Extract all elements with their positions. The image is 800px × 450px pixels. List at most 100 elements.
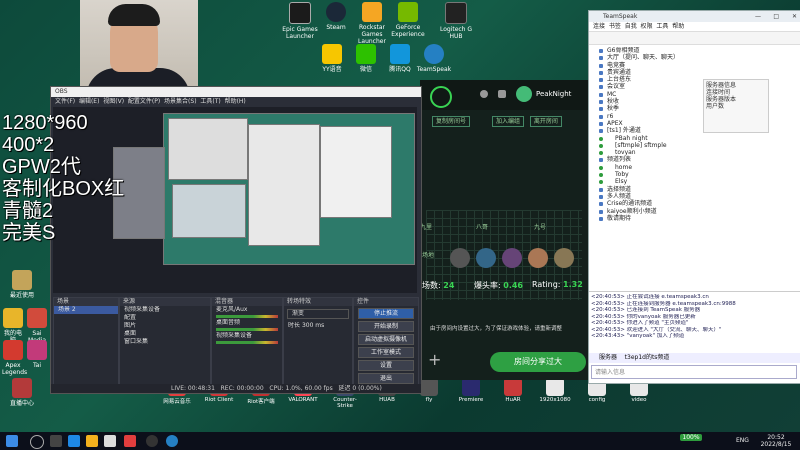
ts-titlebar[interactable]: TeamSpeak ✕ □ —: [589, 11, 800, 22]
ts-channel-row[interactable]: kaiyoe顺利小频道: [591, 208, 761, 215]
obs-titlebar[interactable]: OBS: [51, 87, 421, 97]
exit-button[interactable]: 退出: [358, 373, 414, 384]
teamspeak-desktop-icon[interactable]: TeamSpeak: [414, 44, 454, 73]
ts-user-row[interactable]: Toby: [591, 171, 761, 178]
chat-tab-channel[interactable]: t3ep1d的ts频道: [625, 354, 670, 361]
player-avatar[interactable]: [502, 248, 522, 268]
sai-media-icon[interactable]: Sai Media: [26, 308, 48, 344]
rockstar-icon[interactable]: Rockstar Games Launcher: [352, 2, 392, 45]
info-line: 服务器信息: [706, 82, 737, 89]
ts-channel-row[interactable]: 电竞赛: [591, 62, 761, 69]
ts-chat-input[interactable]: 请输入信息: [591, 365, 797, 379]
teamspeak-window[interactable]: TeamSpeak ✕ □ — 连接 书签 自我 权限 工具 帮助 G6骨相频道…: [588, 10, 800, 384]
ts-channel-row[interactable]: 频道列表: [591, 156, 761, 163]
audio-meter: [216, 315, 278, 318]
ts-channel-row[interactable]: 选择频道: [591, 186, 761, 193]
lock-icon[interactable]: [498, 90, 506, 98]
source-item[interactable]: 窗口采集: [120, 338, 210, 346]
desktop-app-icon[interactable]: Premiere: [454, 378, 488, 403]
recent-icon[interactable]: 最近使用: [2, 270, 42, 299]
ts-minimize-icon[interactable]: —: [755, 11, 761, 22]
ts-user-row[interactable]: PBah night: [591, 135, 761, 142]
chat-tab-server[interactable]: 服务器: [599, 354, 617, 361]
clock[interactable]: 20:52 2022/8/15: [756, 434, 796, 448]
source-item[interactable]: 图片: [120, 322, 210, 330]
ts-channel-row[interactable]: Crise的通讯频道: [591, 200, 761, 207]
copy-room-button[interactable]: 复制房间号: [432, 116, 471, 127]
geforce-icon[interactable]: GeForce Experience: [388, 2, 428, 38]
player-avatar[interactable]: [476, 248, 496, 268]
teamspeak-taskbar-icon[interactable]: [166, 435, 178, 447]
mixer-channel-label: 视频采集设备: [216, 332, 253, 339]
duration-value[interactable]: 300 ms: [302, 322, 324, 329]
steam-icon[interactable]: Steam: [316, 2, 356, 31]
obs-rec-status: REC: 00:00:00: [220, 385, 264, 392]
netease-music-icon[interactable]: [124, 435, 136, 447]
store-icon[interactable]: [104, 435, 116, 447]
player-avatar[interactable]: [528, 248, 548, 268]
virtual-camera-button[interactable]: 启动虚拟摄像机: [358, 334, 414, 345]
start-recording-button[interactable]: 开始录制: [358, 321, 414, 332]
ts-menu-item[interactable]: 权限: [641, 23, 653, 30]
player-avatar[interactable]: [450, 248, 470, 268]
epic-games-icon[interactable]: Epic Games Launcher: [280, 2, 320, 40]
ts-channel-row[interactable]: 敬请期待: [591, 215, 761, 222]
obs-menu-file[interactable]: 文件(F): [55, 98, 75, 105]
leave-room-button[interactable]: 离开房间: [529, 116, 562, 127]
overlay-resolution: 1280*960: [2, 112, 88, 134]
source-item[interactable]: 视频采集设备: [120, 306, 210, 314]
add-icon[interactable]: +: [428, 350, 441, 369]
tai-icon[interactable]: Tai: [26, 340, 48, 369]
apex-icon[interactable]: Apex Legends: [2, 340, 27, 376]
logitech-icon[interactable]: Logitech G HUB: [436, 2, 476, 40]
settings-button[interactable]: 设置: [358, 360, 414, 371]
scene-item[interactable]: 场景 2: [54, 306, 118, 314]
app-icon: [504, 378, 522, 396]
stop-stream-button[interactable]: 停止推流: [358, 308, 414, 319]
ts-channel-row[interactable]: 大厅（提问、聊天、聊天）: [591, 54, 761, 61]
language-indicator[interactable]: ENG: [736, 437, 749, 444]
edge-icon[interactable]: [68, 435, 80, 447]
live-center-icon[interactable]: 直播中心: [2, 378, 42, 407]
game-client-window[interactable]: PeakNight 复制房间号 加入编组 离开房间 九里 八哥 九号 场地 场数…: [420, 80, 588, 380]
task-view-icon[interactable]: [50, 435, 62, 447]
obs-menu-profile[interactable]: 配置文件(P): [128, 98, 160, 105]
bell-icon[interactable]: [480, 90, 488, 98]
ts-user-row[interactable]: [sftmple] sftmple: [591, 142, 761, 149]
join-group-button[interactable]: 加入编组: [491, 116, 524, 127]
desktop-app-icon[interactable]: 1920x1080: [538, 378, 572, 403]
ts-maximize-icon[interactable]: □: [773, 11, 779, 22]
obs-menu-help[interactable]: 帮助(H): [225, 98, 246, 105]
game-username: PeakNight: [536, 90, 572, 98]
transition-select[interactable]: 渐变: [287, 309, 349, 319]
my-computer-icon[interactable]: 我的电脑: [2, 308, 24, 344]
stat-rating: Rating: 1.32: [532, 280, 583, 289]
logitech-logo-icon: [445, 2, 467, 24]
start-icon[interactable]: [6, 435, 18, 447]
file-explorer-icon[interactable]: [86, 435, 98, 447]
ts-close-icon[interactable]: ✕: [792, 11, 797, 22]
avatar[interactable]: [516, 86, 532, 102]
ts-menu-item[interactable]: 自我: [625, 23, 637, 30]
room-share-button[interactable]: 房间分享过大: [490, 352, 586, 372]
desktop-app-icon[interactable]: HuAR: [496, 378, 530, 403]
ts-user-row[interactable]: Elsy: [591, 178, 761, 185]
battery-indicator[interactable]: 100%: [680, 434, 702, 441]
mixer-dock: 混音器 麦克风/Aux 桌面音频 视频采集设备: [211, 297, 283, 389]
ts-menu-item[interactable]: 书签: [609, 23, 621, 30]
ts-menu-item[interactable]: 工具: [656, 23, 668, 30]
search-icon[interactable]: [30, 435, 44, 449]
obs-taskbar-icon[interactable]: [146, 435, 158, 447]
obs-menu-view[interactable]: 视图(V): [103, 98, 124, 105]
obs-menu-tools[interactable]: 工具(T): [200, 98, 220, 105]
player-avatar[interactable]: [554, 248, 574, 268]
studio-mode-button[interactable]: 工作室模式: [358, 347, 414, 358]
obs-menu-edit[interactable]: 编辑(E): [79, 98, 99, 105]
obs-menu-scenes[interactable]: 场景集合(S): [164, 98, 197, 105]
ts-menu-item[interactable]: 帮助: [672, 23, 684, 30]
ts-menu-item[interactable]: 连接: [593, 23, 605, 30]
source-item[interactable]: 配置: [120, 314, 210, 322]
ts-user-row[interactable]: home: [591, 164, 761, 171]
stat-value: 1.32: [563, 280, 583, 289]
source-item[interactable]: 桌面: [120, 330, 210, 338]
